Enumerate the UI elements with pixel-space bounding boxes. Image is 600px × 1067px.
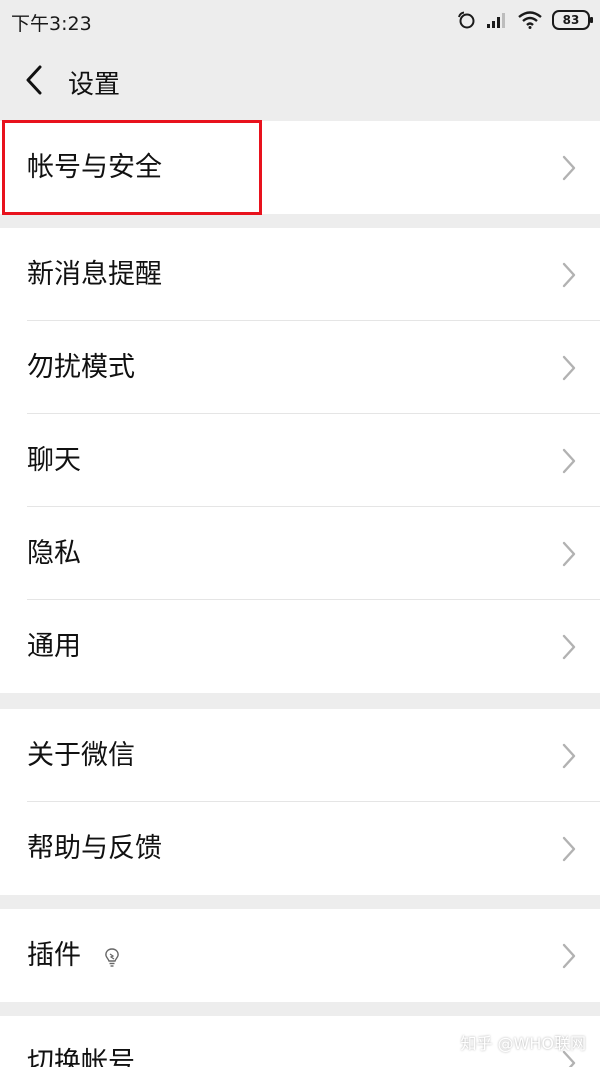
- chevron-right-icon: [562, 836, 576, 862]
- settings-group-about: 关于微信 帮助与反馈: [0, 709, 600, 895]
- settings-item-help-feedback[interactable]: 帮助与反馈: [0, 802, 600, 895]
- status-time: 下午3:23: [11, 13, 92, 35]
- chevron-right-icon: [562, 155, 576, 181]
- settings-item-new-message-alerts[interactable]: 新消息提醒: [0, 228, 600, 321]
- settings-item-label: 聊天: [27, 445, 81, 476]
- settings-group-account: 帐号与安全: [0, 121, 600, 214]
- settings-item-label: 隐私: [27, 538, 81, 569]
- settings-item-general[interactable]: 通用: [0, 600, 600, 693]
- back-button[interactable]: [14, 58, 54, 102]
- settings-item-label: 勿扰模式: [27, 352, 135, 383]
- chevron-left-icon: [26, 65, 42, 95]
- chevron-right-icon: [562, 262, 576, 288]
- status-icons: 83: [456, 9, 593, 31]
- alarm-icon: [458, 11, 475, 29]
- chevron-right-icon: [562, 634, 576, 660]
- settings-item-plugins[interactable]: 插件: [0, 909, 600, 1002]
- status-bar: 下午3:23 83: [0, 0, 600, 42]
- battery-icon: 83: [552, 10, 593, 30]
- chevron-right-icon: [562, 541, 576, 567]
- chevron-right-icon: [562, 448, 576, 474]
- chevron-right-icon: [562, 943, 576, 969]
- signal-icon: [487, 13, 505, 28]
- wifi-icon: [518, 11, 542, 29]
- settings-item-account-security[interactable]: 帐号与安全: [0, 121, 600, 214]
- settings-item-chat[interactable]: 聊天: [0, 414, 600, 507]
- settings-item-label: 通用: [27, 631, 81, 662]
- nav-bar: 设置: [0, 42, 600, 120]
- chevron-right-icon: [562, 355, 576, 381]
- page-title: 设置: [68, 70, 121, 100]
- settings-group-general: 新消息提醒 勿扰模式 聊天 隐私 通用: [0, 228, 600, 693]
- settings-item-about-wechat[interactable]: 关于微信: [0, 709, 600, 802]
- plugins-label-text: 插件: [27, 940, 81, 971]
- chevron-right-icon: [562, 743, 576, 769]
- settings-group-plugins: 插件: [0, 909, 600, 1002]
- settings-item-label: 帮助与反馈: [27, 833, 162, 864]
- lightbulb-icon: [104, 947, 119, 967]
- watermark: 知乎 @WHO联网: [460, 1034, 586, 1053]
- settings-item-label: 新消息提醒: [27, 259, 162, 290]
- settings-item-do-not-disturb[interactable]: 勿扰模式: [0, 321, 600, 414]
- settings-item-label: 插件: [27, 909, 122, 1002]
- settings-item-label: 切换帐号: [27, 1047, 135, 1067]
- settings-item-label: 帐号与安全: [27, 152, 162, 183]
- settings-item-label: 关于微信: [27, 740, 135, 771]
- settings-item-privacy[interactable]: 隐私: [0, 507, 600, 600]
